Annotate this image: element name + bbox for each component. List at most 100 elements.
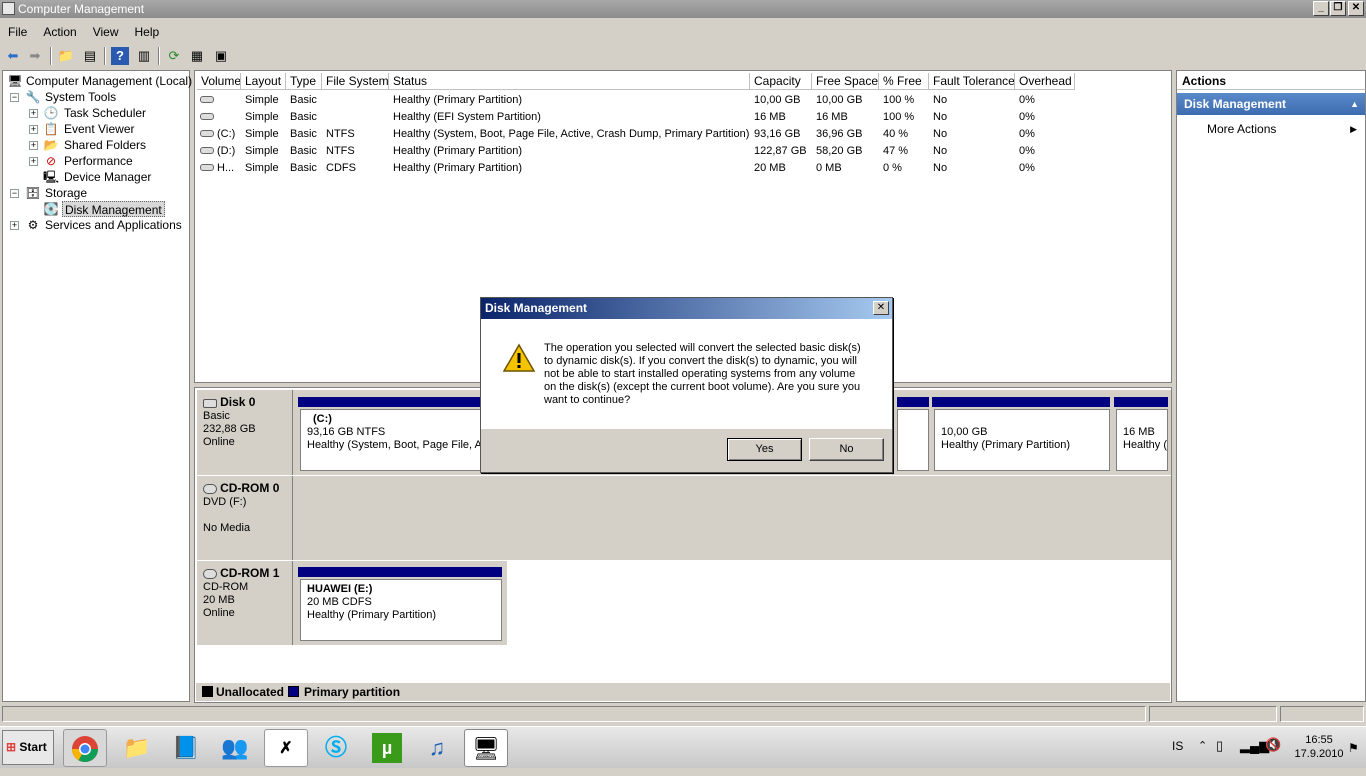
volume-cell[interactable]: 0%: [1019, 109, 1078, 125]
more-actions[interactable]: More Actions ▶: [1207, 121, 1357, 137]
network-icon[interactable]: 👥: [213, 729, 257, 767]
clock[interactable]: 16:55 17.9.2010: [1294, 733, 1344, 761]
volume-cell[interactable]: 122,87 GB: [754, 143, 815, 159]
partition-c[interactable]: (C:) 93,16 GB NTFS Healthy (System, Boot…: [300, 409, 481, 471]
volume-cell[interactable]: 100 %: [883, 109, 932, 125]
menu-help[interactable]: Help: [127, 22, 168, 42]
menu-file[interactable]: File: [0, 22, 35, 42]
restore-button[interactable]: ❐: [1330, 1, 1346, 16]
tree-item-disk-management[interactable]: Disk Management: [62, 201, 165, 217]
tree-item-storage[interactable]: Storage: [45, 185, 87, 201]
volume-cell[interactable]: 100 %: [883, 92, 932, 108]
volume-muted-icon[interactable]: 🔇: [1265, 737, 1281, 753]
up-folder-icon[interactable]: 📁: [57, 47, 75, 65]
menu-action[interactable]: Action: [35, 22, 84, 42]
volume-cell[interactable]: 10,00 GB: [816, 92, 882, 108]
volume-cell[interactable]: Simple: [245, 143, 289, 159]
volume-cell[interactable]: 16 MB: [816, 109, 882, 125]
volume-cell[interactable]: No: [933, 92, 1018, 108]
disk-row-cdrom0[interactable]: CD-ROM 0 DVD (F:) No Media: [197, 476, 1171, 561]
column-header[interactable]: Fault Tolerance: [929, 73, 1015, 90]
skype-icon[interactable]: Ⓢ: [314, 729, 358, 767]
computer-management-taskbar-icon[interactable]: 🖥: [464, 729, 508, 767]
tree-root[interactable]: Computer Management (Local): [26, 73, 192, 89]
explorer-icon[interactable]: 📁: [115, 729, 159, 767]
volume-cell[interactable]: Simple: [245, 160, 289, 176]
volume-cell[interactable]: 16 MB: [754, 109, 815, 125]
column-header[interactable]: File System: [322, 73, 389, 90]
volume-cell[interactable]: 0%: [1019, 92, 1078, 108]
show-hide-console-tree-icon[interactable]: ▤: [81, 47, 99, 65]
no-button[interactable]: No: [809, 438, 884, 461]
volume-cell[interactable]: Simple: [245, 126, 289, 142]
volume-cell[interactable]: (C:): [217, 126, 243, 142]
collapse-icon[interactable]: −: [10, 189, 19, 198]
volume-cell[interactable]: 93,16 GB: [754, 126, 815, 142]
volume-cell[interactable]: 40 %: [883, 126, 932, 142]
column-header[interactable]: Status: [389, 73, 750, 90]
itunes-icon[interactable]: ♫: [415, 729, 459, 767]
column-header[interactable]: Overhead: [1015, 73, 1075, 90]
expand-icon[interactable]: +: [29, 125, 38, 134]
volume-cell[interactable]: 47 %: [883, 143, 932, 159]
actions-section[interactable]: Disk Management ▲: [1177, 93, 1365, 115]
volume-cell[interactable]: 0%: [1019, 143, 1078, 159]
volume-cell[interactable]: Basic: [290, 126, 325, 142]
partition-10gb[interactable]: 10,00 GB Healthy (Primary Partition): [934, 409, 1110, 471]
dialog-close-icon[interactable]: ✕: [873, 301, 889, 315]
tree-item-services-applications[interactable]: Services and Applications: [45, 217, 182, 233]
volume-cell[interactable]: No: [933, 126, 1018, 142]
column-header[interactable]: Layout: [241, 73, 286, 90]
partition-d[interactable]: [897, 409, 929, 471]
volume-cell[interactable]: No: [933, 109, 1018, 125]
volume-cell[interactable]: [217, 109, 243, 125]
volume-cell[interactable]: CDFS: [326, 160, 392, 176]
language-indicator[interactable]: IS: [1172, 739, 1183, 753]
expand-icon[interactable]: +: [29, 141, 38, 150]
device-tray-icon[interactable]: ▯: [1216, 738, 1223, 754]
menu-view[interactable]: View: [85, 22, 127, 42]
back-icon[interactable]: ⬅: [4, 47, 22, 65]
close-button[interactable]: ✕: [1348, 1, 1364, 16]
volume-cell[interactable]: Basic: [290, 92, 325, 108]
show-hidden-icons-icon[interactable]: ⌃: [1198, 739, 1207, 752]
volume-cell[interactable]: Simple: [245, 92, 289, 108]
volume-cell[interactable]: 36,96 GB: [816, 126, 882, 142]
utorrent-icon[interactable]: µ: [365, 729, 409, 767]
properties-icon[interactable]: ▦: [188, 47, 206, 65]
notepad-icon[interactable]: 📘: [164, 729, 208, 767]
volume-cell[interactable]: No: [933, 143, 1018, 159]
tree-item-shared-folders[interactable]: Shared Folders: [64, 137, 146, 153]
volume-cell[interactable]: 10,00 GB: [754, 92, 815, 108]
partition-efi[interactable]: 16 MB Healthy (: [1116, 409, 1168, 471]
tree-item-system-tools[interactable]: System Tools: [45, 89, 116, 105]
yes-button[interactable]: Yes: [727, 438, 802, 461]
partition-e[interactable]: HUAWEI (E:) 20 MB CDFS Healthy (Primary …: [300, 579, 502, 641]
refresh-icon[interactable]: ⟳: [165, 47, 183, 65]
column-header[interactable]: Capacity: [750, 73, 812, 90]
tree-item-device-manager[interactable]: Device Manager: [64, 169, 151, 185]
minimize-button[interactable]: _: [1313, 1, 1329, 16]
volume-cell[interactable]: No: [933, 160, 1018, 176]
column-header[interactable]: % Free: [879, 73, 929, 90]
volume-cell[interactable]: (D:): [217, 143, 243, 159]
volume-cell[interactable]: Healthy (EFI System Partition): [393, 109, 753, 125]
volume-cell[interactable]: NTFS: [326, 126, 392, 142]
volume-cell[interactable]: Basic: [290, 160, 325, 176]
volume-cell[interactable]: H...: [217, 160, 243, 176]
volume-cell[interactable]: Healthy (Primary Partition): [393, 92, 753, 108]
expand-icon[interactable]: +: [29, 157, 38, 166]
volume-cell[interactable]: Simple: [245, 109, 289, 125]
collapse-icon[interactable]: −: [10, 93, 19, 102]
tree-item-event-viewer[interactable]: Event Viewer: [64, 121, 134, 137]
help-icon[interactable]: ?: [111, 47, 129, 65]
volume-cell[interactable]: Healthy (System, Boot, Page File, Active…: [393, 126, 753, 142]
disk-row-cdrom1[interactable]: CD-ROM 1 CD-ROM 20 MB Online HUAWEI (E:)…: [197, 561, 507, 646]
column-header[interactable]: Volume: [197, 73, 241, 90]
tree-item-task-scheduler[interactable]: Task Scheduler: [64, 105, 146, 121]
volume-cell[interactable]: 0%: [1019, 126, 1078, 142]
chrome-icon[interactable]: [63, 729, 107, 767]
action-center-icon[interactable]: ⚑: [1348, 741, 1359, 755]
volume-cell[interactable]: Basic: [290, 109, 325, 125]
start-button[interactable]: ⊞ Start: [2, 730, 54, 765]
